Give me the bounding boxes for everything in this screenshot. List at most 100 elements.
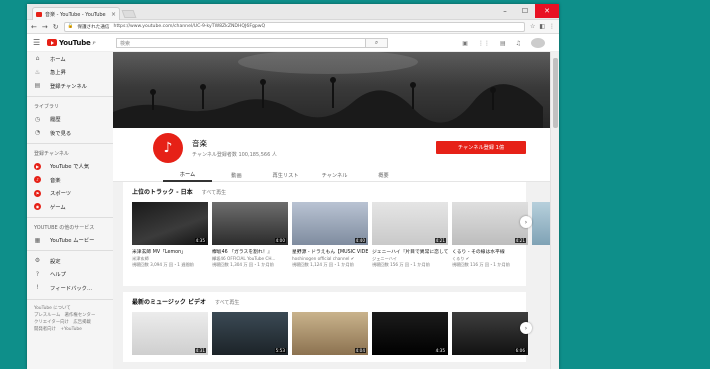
upload-icon[interactable]: ▣ [462,40,468,47]
reload-icon[interactable]: ↻ [53,23,59,31]
video-title[interactable]: 星野源 - ドラえもん【MUSIC VIDEO & 特典DVD予告編】 [292,248,368,255]
forward-icon[interactable]: → [42,23,48,31]
messages-icon[interactable]: ▤ [500,40,506,47]
tab-4[interactable]: 概要 [359,169,408,182]
logo-text: YouTube [59,38,91,47]
tab-close-icon[interactable]: × [111,11,116,18]
footer-link[interactable]: クリエイター向け 広告掲載 [34,319,106,326]
video-card[interactable]: 4:21 くるり - その線は水平線 くるり ✔ 視聴回数 116 万 回・1 か月前 [452,202,528,268]
video-thumbnail[interactable]: 6:06 [452,312,528,355]
tab-2[interactable]: 再生リスト [261,169,310,182]
sidebar-item[interactable]: ⌂ ホーム [27,52,113,66]
tab-3[interactable]: チャンネル [310,169,359,182]
subscribe-button[interactable]: チャンネル登録 1億 [436,141,526,154]
home-icon: ⌂ [35,55,40,63]
video-thumbnail[interactable]: 5:53 [212,312,288,355]
video-card[interactable]: 4:35 米津玄師 MV「Lemon」 米津玄師 視聴回数 3,094 万 回・1 週… [132,202,208,268]
menu-dots-icon[interactable]: ⋮ [549,23,555,30]
video-title[interactable]: 米津玄師 MV「Lemon」 [132,248,208,255]
video-card[interactable]: 4:04 [292,312,368,355]
video-card[interactable]: 4:31 [132,312,208,355]
video-card[interactable]: 4:00 欅坂46 『ガラスを割れ！』 欅坂46 OFFICIAL YouTube … [212,202,288,268]
latest-videos-shelf: 最新のミュージック ビデオ すべて再生 4:31 5:53 4:04 4:35 6:06… [123,292,532,362]
video-title[interactable]: くるり - その線は水平線 [452,248,528,255]
sidebar-item[interactable]: ⚙ 設定 [27,254,113,268]
youtube-logo[interactable]: YouTube JP [47,38,96,47]
extension-icon[interactable]: ◧ [539,23,545,30]
video-thumbnail[interactable]: 4:35 [372,312,448,355]
footer-link[interactable]: 開発者向け +YouTube [34,326,106,333]
sidebar-item[interactable]: ◔ 後で見る [27,126,113,140]
shelf-title[interactable]: 最新のミュージック ビデオ [132,297,206,306]
scrollbar[interactable] [550,52,559,369]
channel-tabs: ホーム 動画 再生リスト チャンネル 概要 [113,169,550,182]
video-views: 視聴回数 116 万 回・1 か月前 [452,262,510,267]
sidebar-item[interactable]: ◷ 履歴 [27,113,113,127]
sidebar-item[interactable]: ♨ 急上昇 [27,66,113,80]
hamburger-menu-icon[interactable]: ☰ [33,38,47,47]
video-card[interactable]: 5:45 [532,202,550,268]
footer-link[interactable]: YouTube について [34,305,106,312]
maximize-button[interactable]: ☐ [515,4,535,18]
sidebar-item[interactable]: ▦ YouTube ムービー [27,234,113,248]
tab-1[interactable]: 動画 [212,169,261,182]
sidebar-item[interactable]: ▤ 登録チャンネル [27,79,113,93]
video-thumbnail[interactable]: 4:31 [132,312,208,355]
sidebar-item[interactable]: ! フィードバック... [27,281,113,295]
new-tab-button[interactable] [121,10,137,18]
subscriber-count: チャンネル登録者数 100,185,566 人 [192,152,277,158]
minimize-button[interactable]: – [495,4,515,18]
sidebar-item[interactable]: ♪ 音楽 [27,173,113,187]
search-input[interactable]: 検索 [116,38,366,48]
video-card[interactable]: 4:40星野源 - ドラえもん【MUSIC VIDEO & 特典DVD予告編】h… [292,202,368,268]
shelf-title[interactable]: 上位のトラック - 日本 [132,187,193,196]
address-bar[interactable]: 🔒 保護された通信 https://www.youtube.com/channe… [63,21,525,32]
star-icon[interactable]: ☆ [530,23,535,30]
channel-name[interactable]: 音楽 [192,138,207,149]
video-title[interactable]: 欅坂46 『ガラスを割れ！』 [212,248,288,255]
next-arrow-icon[interactable]: › [520,322,532,334]
notifications-icon[interactable]: ♫ [516,40,521,47]
video-card[interactable]: 4:21ジェニーハイ『片目で異常に恋してる』ジェニーハイ視聴回数 156 万 回… [372,202,448,268]
tab-0[interactable]: ホーム [163,169,212,182]
video-card[interactable]: 4:35 [372,312,448,355]
sidebar-item[interactable]: ◉ ゲーム [27,200,113,214]
video-thumbnail[interactable]: 4:21 [452,202,528,245]
video-duration: 4:21 [434,238,446,243]
video-card[interactable]: 5:53 [212,312,288,355]
next-arrow-icon[interactable]: › [520,216,532,228]
top-tracks-shelf: 上位のトラック - 日本 すべて再生 4:35 米津玄師 MV「Lemon」 米津玄… [123,182,550,286]
video-duration: 4:00 [274,238,286,243]
play-all-link[interactable]: すべて再生 [202,189,226,196]
video-title[interactable] [532,248,550,255]
video-thumbnail[interactable]: 4:21 [372,202,448,245]
channel-icon: ⚑ [34,189,41,197]
channel-music-note-icon[interactable]: ♪ [153,133,183,163]
sidebar-item[interactable]: ? ヘルプ [27,268,113,282]
footer-link[interactable]: プレスルーム 著作権センター [34,312,106,319]
close-window-button[interactable]: ✕ [535,4,559,18]
video-thumbnail[interactable]: 4:40 [292,202,368,245]
video-card[interactable]: 6:06 [452,312,528,355]
concert-crowd-image [113,52,543,128]
sidebar-item[interactable]: ⚑ スポーツ [27,187,113,201]
youtube-play-icon [47,39,57,46]
video-views: 視聴回数 1,304 万 回・1 か月前 [212,262,274,267]
browser-tab[interactable]: 音楽 - YouTube - YouTube × [32,7,120,20]
apps-icon[interactable]: ⋮⋮ [478,40,490,47]
video-thumbnail[interactable]: 4:00 [212,202,288,245]
play-all-link[interactable]: すべて再生 [215,299,239,306]
sidebar-item-label: 後で見る [50,130,72,137]
extensions-area: ☆ ◧ ⋮ [530,23,555,30]
video-title[interactable]: ジェニーハイ『片目で異常に恋してる』 [372,248,448,255]
channel-icon: ▶ [34,162,41,170]
avatar[interactable] [531,38,545,48]
sidebar-item[interactable]: ▶ YouTube で人気 [27,160,113,174]
search-button[interactable]: ⌕ [366,38,388,48]
youtube-header: ☰ YouTube JP 検索 ⌕ ▣ ⋮⋮ ▤ ♫ [27,34,559,52]
back-icon[interactable]: ← [31,23,37,31]
video-thumbnail[interactable]: 4:04 [292,312,368,355]
video-thumbnail[interactable]: 5:45 [532,202,550,245]
scrollbar-thumb[interactable] [553,58,558,128]
video-thumbnail[interactable]: 4:35 [132,202,208,245]
